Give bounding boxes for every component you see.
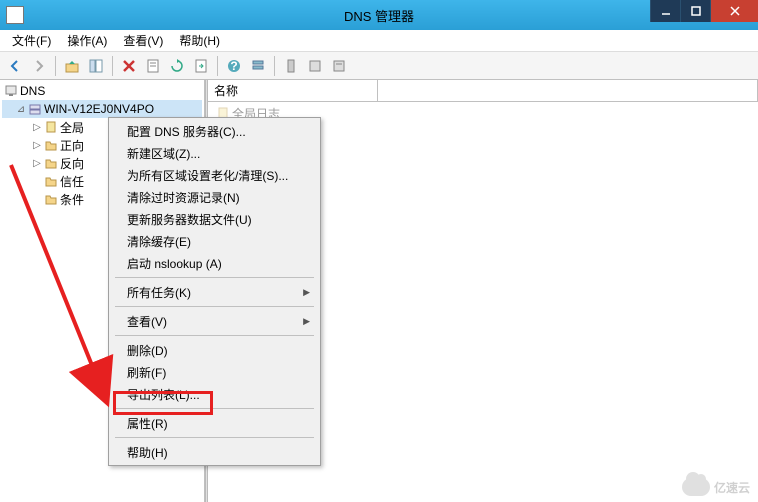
ctx-view[interactable]: 查看(V) (111, 310, 318, 332)
tree-label: 条件 (60, 191, 84, 208)
ctx-clear-stale[interactable]: 清除过时资源记录(N) (111, 186, 318, 208)
ctx-all-tasks[interactable]: 所有任务(K) (111, 281, 318, 303)
ctx-separator (115, 306, 314, 307)
ctx-configure-dns[interactable]: 配置 DNS 服务器(C)... (111, 120, 318, 142)
ctx-set-aging[interactable]: 为所有区域设置老化/清理(S)... (111, 164, 318, 186)
delete-button[interactable] (118, 55, 140, 77)
export-button[interactable] (190, 55, 212, 77)
dns-root-icon (4, 84, 18, 98)
context-menu: 配置 DNS 服务器(C)... 新建区域(Z)... 为所有区域设置老化/清理… (108, 117, 321, 466)
show-hide-tree-button[interactable] (85, 55, 107, 77)
tree-label: DNS (20, 84, 45, 98)
folder-icon (44, 192, 58, 206)
tool-button-3[interactable] (328, 55, 350, 77)
expand-icon[interactable]: ⊿ (16, 104, 26, 115)
ctx-separator (115, 335, 314, 336)
close-button[interactable] (710, 0, 758, 22)
ctx-separator (115, 437, 314, 438)
server-icon (28, 102, 42, 116)
ctx-separator (115, 277, 314, 278)
folder-icon (44, 156, 58, 170)
maximize-button[interactable] (680, 0, 710, 22)
back-button[interactable] (4, 55, 26, 77)
tree-label: 反向 (60, 155, 84, 172)
forward-button[interactable] (28, 55, 50, 77)
svg-text:?: ? (230, 59, 237, 73)
help-button[interactable]: ? (223, 55, 245, 77)
tree-label: WIN-V12EJ0NV4PO (44, 102, 154, 116)
tree-node-server[interactable]: ⊿ WIN-V12EJ0NV4PO (2, 100, 202, 118)
ctx-export-list[interactable]: 导出列表(L)... (111, 383, 318, 405)
ctx-help[interactable]: 帮助(H) (111, 441, 318, 463)
list-header: 名称 (208, 80, 758, 102)
watermark: 亿速云 (682, 478, 750, 496)
column-spacer[interactable] (378, 80, 758, 101)
title-bar: DNS 管理器 (0, 0, 758, 30)
tool-button-2[interactable] (304, 55, 326, 77)
expand-icon[interactable]: ▷ (32, 140, 42, 151)
tree-label: 信任 (60, 173, 84, 190)
ctx-delete[interactable]: 删除(D) (111, 339, 318, 361)
menu-view[interactable]: 查看(V) (115, 30, 171, 51)
cloud-icon (682, 478, 710, 496)
menu-file[interactable]: 文件(F) (4, 30, 59, 51)
expand-icon[interactable]: ▷ (32, 122, 42, 133)
ctx-refresh[interactable]: 刷新(F) (111, 361, 318, 383)
toolbar: ? (0, 52, 758, 80)
tree-label: 全局 (60, 119, 84, 136)
tool-button-1[interactable] (280, 55, 302, 77)
folder-icon (44, 138, 58, 152)
tree-node-dns-root[interactable]: DNS (2, 82, 202, 100)
menu-action[interactable]: 操作(A) (59, 30, 115, 51)
tree-label: 正向 (60, 137, 84, 154)
menu-bar: 文件(F) 操作(A) 查看(V) 帮助(H) (0, 30, 758, 52)
ctx-launch-nslookup[interactable]: 启动 nslookup (A) (111, 252, 318, 274)
minimize-button[interactable] (650, 0, 680, 22)
expand-icon[interactable]: ▷ (32, 158, 42, 169)
up-level-button[interactable] (61, 55, 83, 77)
column-name[interactable]: 名称 (208, 80, 378, 101)
app-icon (6, 6, 24, 24)
ctx-update-files[interactable]: 更新服务器数据文件(U) (111, 208, 318, 230)
window-title: DNS 管理器 (344, 6, 414, 25)
ctx-properties[interactable]: 属性(R) (111, 412, 318, 434)
ctx-new-zone[interactable]: 新建区域(Z)... (111, 142, 318, 164)
watermark-text: 亿速云 (714, 479, 750, 496)
refresh-button[interactable] (166, 55, 188, 77)
filter-button[interactable] (247, 55, 269, 77)
book-icon (44, 120, 58, 134)
folder-icon (44, 174, 58, 188)
properties-button[interactable] (142, 55, 164, 77)
ctx-clear-cache[interactable]: 清除缓存(E) (111, 230, 318, 252)
ctx-separator (115, 408, 314, 409)
menu-help[interactable]: 帮助(H) (171, 30, 228, 51)
